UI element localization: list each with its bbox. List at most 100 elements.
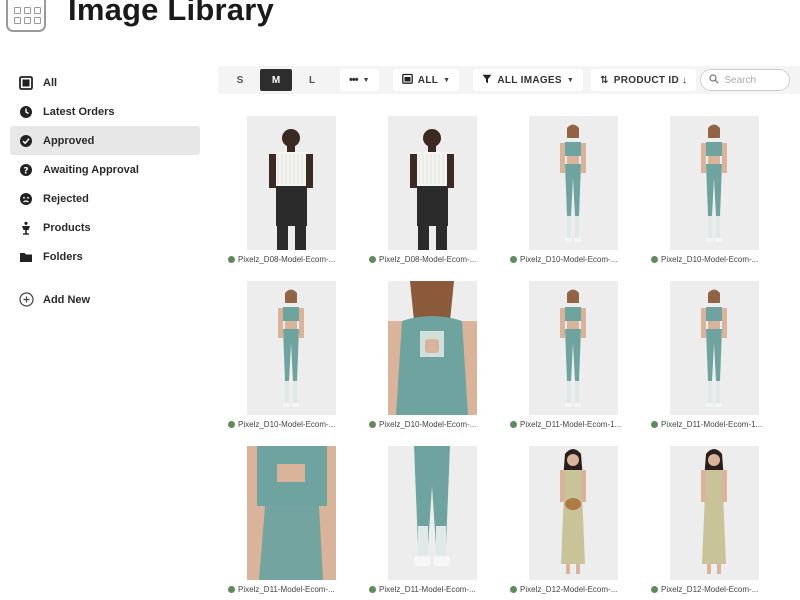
svg-text:?: ? xyxy=(23,166,28,176)
folder-icon xyxy=(18,249,34,265)
sidebar-item-label: All xyxy=(43,76,58,89)
image-filename: Pixelz_D11-Model-Ecom-... xyxy=(238,585,335,594)
image-card[interactable]: Pixelz_D11-Model-Ecom-... xyxy=(367,446,508,594)
size-small-button[interactable]: S xyxy=(224,69,256,91)
image-caption: Pixelz_D12-Model-Ecom-... xyxy=(651,585,790,594)
approved-status-dot-icon xyxy=(369,421,376,428)
plus-circle-icon xyxy=(18,292,34,308)
filter-images-dropdown[interactable]: ALL IMAGES ▼ xyxy=(473,69,584,91)
image-thumbnail[interactable] xyxy=(670,116,759,250)
approved-status-dot-icon xyxy=(651,256,658,263)
add-new-label: Add New xyxy=(43,293,91,306)
filter-all-label: ALL xyxy=(417,74,439,86)
image-filename: Pixelz_D12-Model-Ecom-... xyxy=(661,585,759,594)
size-large-button[interactable]: L xyxy=(296,69,328,91)
caret-down-icon: ▼ xyxy=(443,76,451,84)
sort-dropdown[interactable]: ⇅ PRODUCT ID ↓ xyxy=(591,69,697,91)
image-filename: Pixelz_D11-Model-Ecom-1... xyxy=(661,420,763,429)
approved-status-dot-icon xyxy=(510,256,517,263)
image-grid: Pixelz_D08-Model-Ecom-... Pixelz_D08-Mode… xyxy=(226,116,800,594)
image-caption: Pixelz_D10-Model-Ecom-... xyxy=(651,255,790,264)
approved-status-dot-icon xyxy=(510,586,517,593)
clock-icon xyxy=(18,104,34,120)
image-card[interactable]: Pixelz_D10-Model-Ecom-... xyxy=(508,116,649,264)
funnel-icon xyxy=(482,74,492,87)
more-options-button[interactable]: ••• ▼ xyxy=(340,69,379,91)
image-caption: Pixelz_D10-Model-Ecom-... xyxy=(510,255,649,264)
image-filename: Pixelz_D08-Model-Ecom-... xyxy=(379,255,477,264)
caret-down-icon: ▼ xyxy=(362,76,370,84)
image-card[interactable]: Pixelz_D11-Model-Ecom-1... xyxy=(649,281,790,429)
sidebar-item-label: Products xyxy=(43,221,91,234)
image-filename: Pixelz_D10-Model-Ecom-... xyxy=(520,255,618,264)
image-thumbnail[interactable] xyxy=(388,116,477,250)
sidebar-item-folders[interactable]: Folders xyxy=(10,242,200,271)
image-thumbnail[interactable] xyxy=(247,281,336,415)
sidebar-item-label: Folders xyxy=(43,250,83,263)
image-card[interactable]: Pixelz_D12-Model-Ecom-... xyxy=(508,446,649,594)
toolbar: S M L ••• ▼ ALL ▼ ALL IMAGES ▼ ⇅ PRODUCT… xyxy=(218,66,800,94)
image-filename: Pixelz_D12-Model-Ecom-... xyxy=(520,585,618,594)
image-card[interactable]: Pixelz_D08-Model-Ecom-... xyxy=(367,116,508,264)
image-thumbnail[interactable] xyxy=(529,446,618,580)
question-circle-icon: ? xyxy=(18,162,34,178)
sidebar-item-label: Approved xyxy=(43,134,95,147)
approved-status-dot-icon xyxy=(651,586,658,593)
sidebar-item-label: Rejected xyxy=(43,192,89,205)
search-box[interactable] xyxy=(700,69,791,91)
sidebar-item-rejected[interactable]: Rejected xyxy=(10,184,200,213)
caret-down-icon: ▼ xyxy=(566,76,575,84)
approved-status-dot-icon xyxy=(228,421,235,428)
image-caption: Pixelz_D11-Model-Ecom-1... xyxy=(651,420,790,429)
add-new-button[interactable]: Add New xyxy=(10,285,200,314)
search-input[interactable] xyxy=(724,74,781,86)
size-medium-button[interactable]: M xyxy=(260,69,292,91)
image-thumbnail[interactable] xyxy=(388,446,477,580)
page-title: Image Library xyxy=(68,0,274,27)
sidebar-item-all[interactable]: All xyxy=(10,68,200,97)
image-caption: Pixelz_D08-Model-Ecom-... xyxy=(228,255,367,264)
sad-face-icon xyxy=(18,191,34,207)
approved-status-dot-icon xyxy=(369,586,376,593)
image-card[interactable]: Pixelz_D10-Model-Ecom-... xyxy=(649,116,790,264)
image-caption: Pixelz_D11-Model-Ecom-... xyxy=(369,585,508,594)
mannequin-icon xyxy=(18,220,34,236)
image-thumbnail[interactable] xyxy=(529,281,618,415)
more-dots-icon: ••• xyxy=(349,74,359,86)
image-thumbnail[interactable] xyxy=(670,446,759,580)
sidebar-item-approved[interactable]: Approved xyxy=(10,126,200,155)
image-filename: Pixelz_D10-Model-Ecom-... xyxy=(661,255,759,264)
image-thumbnail[interactable] xyxy=(670,281,759,415)
sort-label: PRODUCT ID ↓ xyxy=(613,74,688,86)
sidebar-item-latest-orders[interactable]: Latest Orders xyxy=(10,97,200,126)
image-card[interactable]: Pixelz_D11-Model-Ecom-... xyxy=(226,446,367,594)
image-caption: Pixelz_D10-Model-Ecom-... xyxy=(369,420,508,429)
approved-status-dot-icon xyxy=(228,256,235,263)
image-thumbnail[interactable] xyxy=(388,281,477,415)
image-thumbnail[interactable] xyxy=(247,446,336,580)
image-thumbnail[interactable] xyxy=(529,116,618,250)
image-caption: Pixelz_D08-Model-Ecom-... xyxy=(369,255,508,264)
image-filename: Pixelz_D11-Model-Ecom-... xyxy=(379,585,476,594)
approved-status-dot-icon xyxy=(228,586,235,593)
sort-arrows-icon: ⇅ xyxy=(600,74,609,86)
image-card[interactable]: Pixelz_D11-Model-Ecom-1... xyxy=(508,281,649,429)
image-caption: Pixelz_D11-Model-Ecom-1... xyxy=(510,420,649,429)
approved-status-dot-icon xyxy=(369,256,376,263)
sidebar-item-awaiting-approval[interactable]: ? Awaiting Approval xyxy=(10,155,200,184)
image-filename: Pixelz_D08-Model-Ecom-... xyxy=(238,255,336,264)
sidebar-item-products[interactable]: Products xyxy=(10,213,200,242)
image-caption: Pixelz_D11-Model-Ecom-... xyxy=(228,585,367,594)
image-card[interactable]: Pixelz_D12-Model-Ecom-... xyxy=(649,446,790,594)
filter-all-dropdown[interactable]: ALL ▼ xyxy=(392,69,460,91)
image-thumbnail[interactable] xyxy=(247,116,336,250)
sidebar-item-label: Latest Orders xyxy=(43,105,115,118)
image-card[interactable]: Pixelz_D08-Model-Ecom-... xyxy=(226,116,367,264)
image-filename: Pixelz_D11-Model-Ecom-1... xyxy=(520,420,622,429)
image-card[interactable]: Pixelz_D10-Model-Ecom-... xyxy=(367,281,508,429)
filter-images-label: ALL IMAGES xyxy=(497,74,562,86)
image-filename: Pixelz_D10-Model-Ecom-... xyxy=(379,420,477,429)
calendar-icon xyxy=(401,73,413,87)
image-card[interactable]: Pixelz_D10-Model-Ecom-... xyxy=(226,281,367,429)
approved-status-dot-icon xyxy=(651,421,658,428)
